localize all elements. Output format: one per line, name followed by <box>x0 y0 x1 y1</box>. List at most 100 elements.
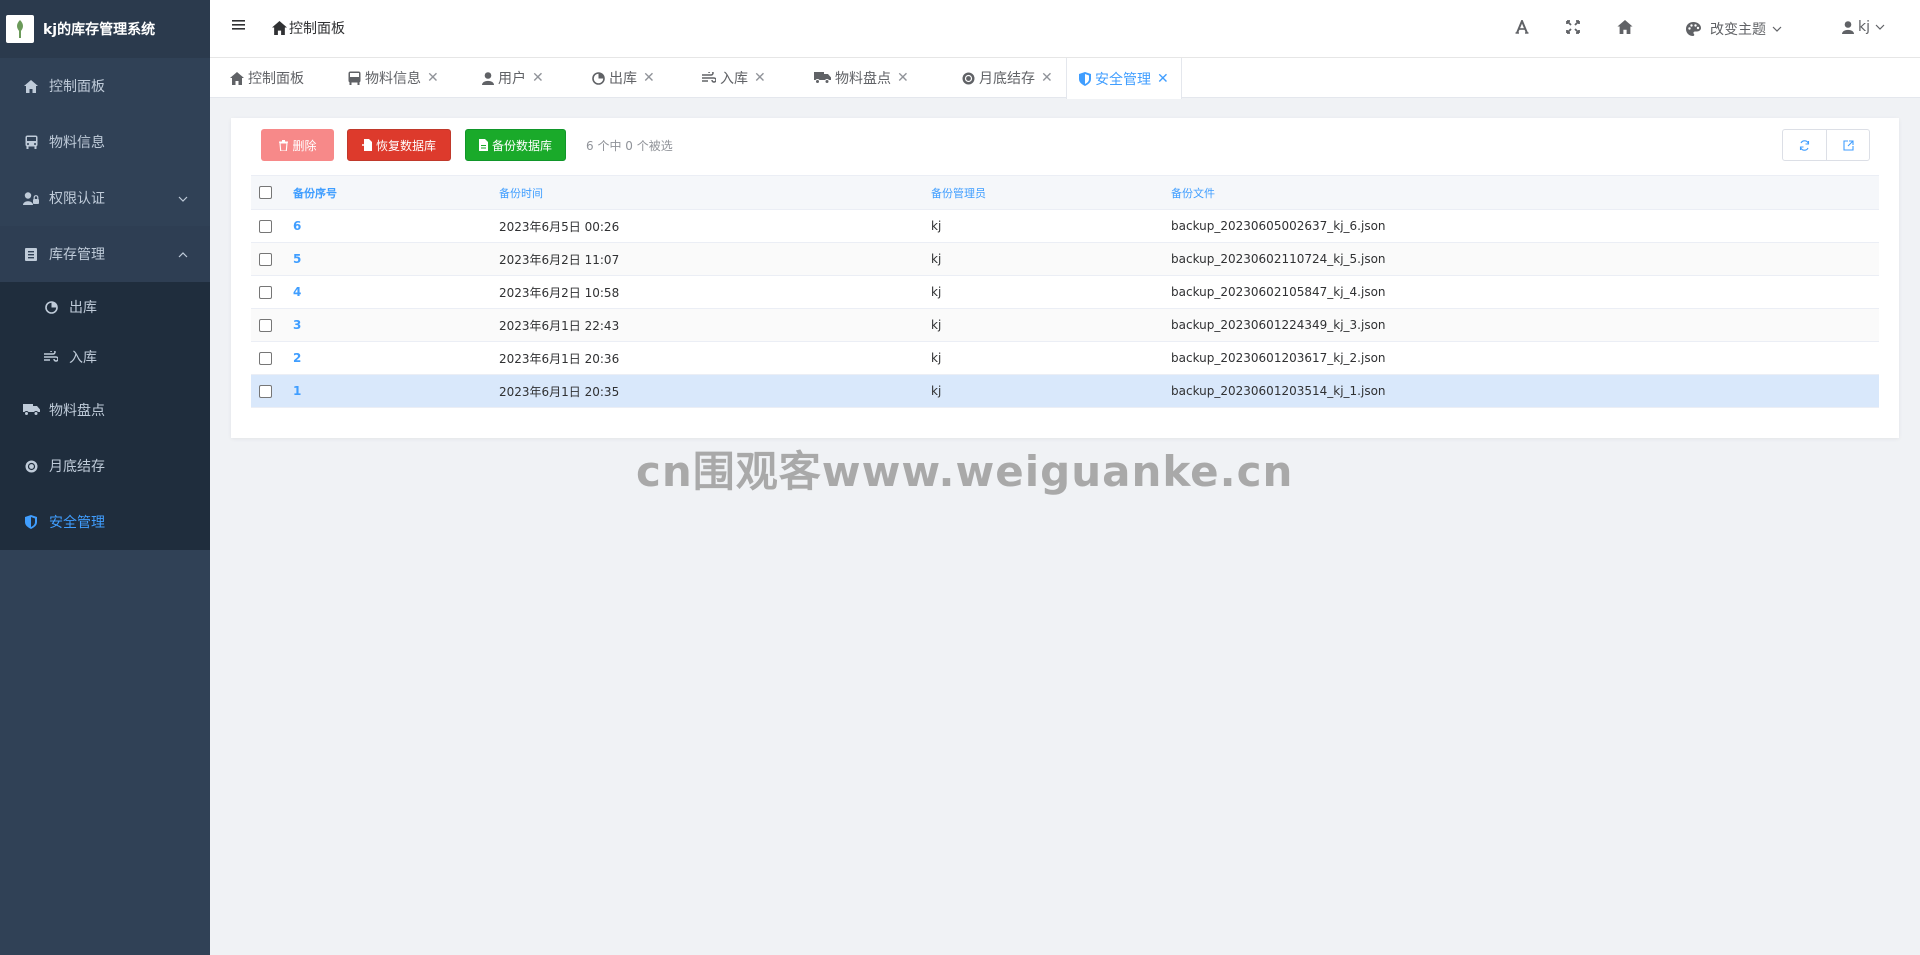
backup-id: 5 <box>293 252 302 266</box>
table-row[interactable]: 4 2023年6月2日 10:58 kj backup_202306021058… <box>251 276 1879 309</box>
backup-id: 3 <box>293 318 302 332</box>
close-icon[interactable]: ✕ <box>643 70 655 86</box>
sidebar-item-dashboard[interactable]: 控制面板 <box>0 58 210 114</box>
sidebar-item-label: 物料信息 <box>49 135 105 151</box>
shield-icon <box>22 515 40 529</box>
tab-security[interactable]: 安全管理 ✕ <box>1066 58 1182 99</box>
tab-label: 物料盘点 <box>835 71 891 87</box>
backup-table: 备份序号 备份时间 备份管理员 备份文件 6 2023年6月5日 00:26 k… <box>251 175 1879 408</box>
truck-icon <box>22 404 40 416</box>
sidebar-item-security[interactable]: 安全管理 <box>0 494 210 550</box>
pie-icon <box>42 300 60 314</box>
sidebar-item-inbound[interactable]: 入库 <box>0 332 210 382</box>
table-header: 备份序号 备份时间 备份管理员 备份文件 <box>251 175 1879 210</box>
header-backup-file[interactable]: 备份文件 <box>1171 176 1215 209</box>
sidebar-item-label: 权限认证 <box>49 191 105 207</box>
backup-time: 2023年6月2日 10:58 <box>499 285 620 300</box>
coin-icon <box>962 72 975 84</box>
delete-button[interactable]: 删除 <box>261 129 334 161</box>
tab-stocktaking[interactable]: 物料盘点 ✕ <box>802 58 921 98</box>
tab-inbound[interactable]: 入库 ✕ <box>690 58 778 98</box>
row-checkbox[interactable] <box>259 309 272 341</box>
wind-icon <box>42 351 60 363</box>
tab-month-end[interactable]: 月底结存 ✕ <box>950 58 1065 98</box>
user-dropdown[interactable]: kj <box>1842 19 1885 35</box>
header-backup-id[interactable]: 备份序号 <box>293 176 337 209</box>
selection-info: 6 个中 0 个被选 <box>586 139 673 153</box>
backup-admin: kj <box>931 351 942 365</box>
backup-id: 4 <box>293 285 302 299</box>
select-all-checkbox[interactable] <box>259 176 272 209</box>
refresh-icon <box>1799 139 1810 151</box>
app-logo[interactable]: kj的库存管理系统 <box>0 0 210 58</box>
tab-outbound[interactable]: 出库 ✕ <box>580 58 667 98</box>
backup-database-button[interactable]: 备份数据库 <box>465 129 566 161</box>
close-icon[interactable]: ✕ <box>427 70 439 86</box>
table-row[interactable]: 6 2023年6月5日 00:26 kj backup_202306050026… <box>251 210 1879 243</box>
backup-card: 删除 恢复数据库 备份数据库 6 个中 0 个被选 备份序号 备份时间 备份管理… <box>231 118 1899 438</box>
sidebar-item-outbound[interactable]: 出库 <box>0 282 210 332</box>
table-row[interactable]: 2 2023年6月1日 20:36 kj backup_202306012036… <box>251 342 1879 375</box>
backup-time: 2023年6月5日 00:26 <box>499 219 620 234</box>
sidebar-item-stocktaking[interactable]: 物料盘点 <box>0 382 210 438</box>
backup-file: backup_20230601203617_kj_2.json <box>1171 351 1386 365</box>
tab-dashboard[interactable]: 控制面板 <box>218 58 316 98</box>
submenu-inventory: 出库 入库 <box>0 282 210 382</box>
close-icon[interactable]: ✕ <box>1041 70 1053 86</box>
restore-database-button[interactable]: 恢复数据库 <box>347 129 451 161</box>
close-icon[interactable]: ✕ <box>1157 71 1169 87</box>
home-icon <box>230 71 244 85</box>
tab-label: 用户 <box>498 71 526 87</box>
tab-users[interactable]: 用户 ✕ <box>470 58 556 98</box>
tab-materials[interactable]: 物料信息 ✕ <box>336 58 451 98</box>
breadcrumb-item[interactable]: 控制面板 <box>289 18 345 38</box>
user-icon <box>1842 20 1854 34</box>
tab-bar: 控制面板 物料信息 ✕ 用户 ✕ 出库 ✕ 入库 ✕ 物料盘点 ✕ 月底结存 ✕… <box>210 58 1920 99</box>
chevron-up-icon <box>178 246 188 262</box>
truck-icon <box>814 72 831 84</box>
sidebar-item-label: 物料盘点 <box>49 403 105 419</box>
row-checkbox[interactable] <box>259 342 272 374</box>
refresh-button[interactable] <box>1783 130 1826 160</box>
row-checkbox[interactable] <box>259 375 272 407</box>
tab-label: 物料信息 <box>365 71 421 87</box>
chevron-down-icon <box>178 190 188 206</box>
backup-time: 2023年6月1日 20:36 <box>499 351 620 366</box>
backup-file: backup_20230601224349_kj_3.json <box>1171 318 1386 332</box>
sidebar-item-materials[interactable]: 物料信息 <box>0 114 210 170</box>
close-icon[interactable]: ✕ <box>532 70 544 86</box>
export-button[interactable] <box>1826 130 1869 160</box>
pie-icon <box>592 71 605 85</box>
tab-label: 安全管理 <box>1095 71 1151 88</box>
backup-admin: kj <box>931 384 942 398</box>
sidebar-item-inventory[interactable]: 库存管理 <box>0 226 210 282</box>
sidebar-item-label: 控制面板 <box>49 79 105 95</box>
table-row[interactable]: 5 2023年6月2日 11:07 kj backup_202306021107… <box>251 243 1879 276</box>
row-checkbox[interactable] <box>259 243 272 275</box>
top-header: 控制面板 改变主题 kj <box>210 0 1920 58</box>
chevron-down-icon <box>1875 24 1885 30</box>
header-backup-admin[interactable]: 备份管理员 <box>931 176 986 209</box>
backup-label: 备份数据库 <box>491 138 552 153</box>
theme-dropdown[interactable]: 改变主题 <box>1686 19 1782 39</box>
bus-icon <box>22 135 40 149</box>
tab-label: 入库 <box>720 71 748 87</box>
hamburger-icon[interactable] <box>232 18 246 36</box>
backup-id: 1 <box>293 384 302 398</box>
sidebar-item-month-end[interactable]: 月底结存 <box>0 438 210 494</box>
table-row[interactable]: 1 2023年6月1日 20:35 kj backup_202306012035… <box>251 375 1879 408</box>
sidebar: kj的库存管理系统 控制面板 物料信息 权限认证 库存管理 出库 入库 物料盘点… <box>0 0 210 955</box>
table-row[interactable]: 3 2023年6月1日 22:43 kj backup_202306012243… <box>251 309 1879 342</box>
close-icon[interactable]: ✕ <box>754 70 766 86</box>
row-checkbox[interactable] <box>259 276 272 308</box>
fullscreen-icon[interactable] <box>1566 20 1580 34</box>
font-size-icon[interactable] <box>1515 20 1529 34</box>
sidebar-item-permissions[interactable]: 权限认证 <box>0 170 210 226</box>
header-backup-time[interactable]: 备份时间 <box>499 176 543 209</box>
close-icon[interactable]: ✕ <box>897 70 909 86</box>
backup-file: backup_20230605002637_kj_6.json <box>1171 219 1386 233</box>
home-icon <box>22 79 40 93</box>
palette-icon <box>1686 22 1701 36</box>
row-checkbox[interactable] <box>259 210 272 242</box>
home-icon[interactable] <box>1617 20 1633 34</box>
